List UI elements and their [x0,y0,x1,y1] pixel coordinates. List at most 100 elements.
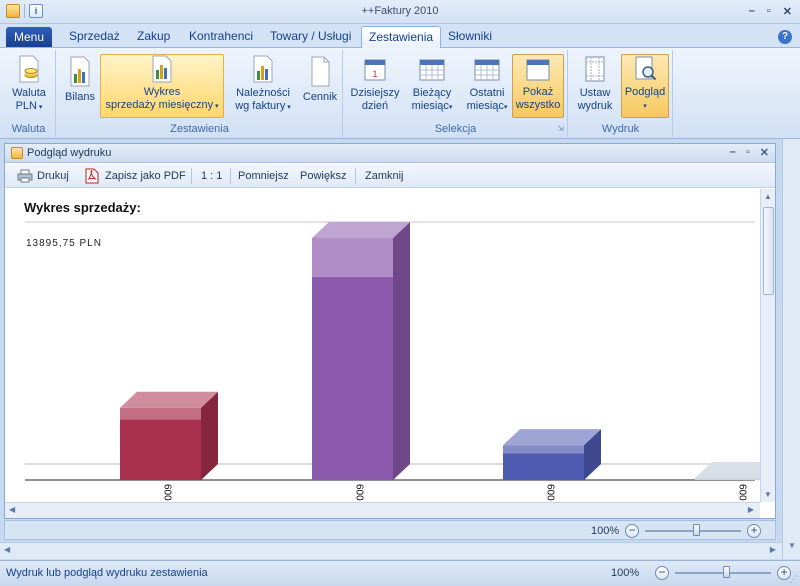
ratio-button[interactable]: 1 : 1 [201,170,222,182]
title-bar: i ++Faktury 2010 – ▫ ✕ [0,0,800,24]
category-label: 600 [545,484,556,501]
bar-side [393,222,410,480]
bilans-label: Bilans [65,91,95,103]
tab-towary-uslugi[interactable]: Towary / Usługi [270,29,351,43]
cennik-button[interactable]: Cennik [301,54,339,104]
help-icon[interactable]: ? [778,30,792,44]
biezacy-miesiac-button[interactable]: Bieżący miesiąc▾ [406,54,458,114]
pokaz-wszystko-button[interactable]: Pokaż wszystko [512,54,564,118]
save-pdf-button[interactable]: Zapisz jako PDF [105,170,186,182]
preview-scroll-left-icon[interactable]: ◀ [9,505,15,514]
bar-top [312,222,410,238]
preview-maximize-icon[interactable]: ▫ [746,146,750,159]
preview-zoom-slider-knob[interactable] [693,524,701,536]
dzisiejszy-dzien-button[interactable]: 1 Dzisiejszy dzień [349,54,401,113]
menu-button[interactable]: Menu [6,27,52,47]
preview-scroll-up-icon[interactable]: ▲ [764,192,772,201]
scroll-right-icon[interactable]: ▶ [770,545,776,554]
group-label-waluta: Waluta [11,123,46,135]
chart-bar [695,462,760,480]
zoom-in-button[interactable]: Powiększ [300,170,346,182]
ribbon-tabs: Menu Sprzedaż Zakup Kontrahenci Towary /… [0,24,800,49]
ustaw-label: Ustaw wydruk [577,87,613,112]
tab-sprzedaz[interactable]: Sprzedaż [69,29,120,43]
preview-zoom-in-icon[interactable]: + [747,524,762,538]
ostatni-miesiac-button[interactable]: Ostatni miesiąc▾ [462,54,512,114]
category-label: 600 [737,484,748,501]
preview-zoom-bar: 100% − + [4,520,776,540]
ustaw-wydruk-button[interactable]: Ustaw wydruk [573,54,617,113]
scroll-left-icon[interactable]: ◀ [4,545,10,554]
preview-window-icon [11,147,23,159]
chart-document-icon [152,55,172,83]
close-preview-button[interactable]: Zamknij [365,170,404,182]
calendar-day-icon: 1 [364,59,386,81]
bilans-button[interactable]: Bilans [63,54,97,104]
tab-slowniki[interactable]: Słowniki [448,29,492,43]
preview-scroll-down-icon[interactable]: ▼ [764,490,772,499]
status-zoom-slider[interactable] [675,566,772,578]
calendar-month-icon [419,59,445,81]
resize-grip-icon[interactable]: ⋰ [789,574,798,585]
bar-front [120,419,201,480]
preview-close-icon[interactable]: ✕ [760,146,769,159]
naleznosci-label: Należności wg faktury [235,87,290,112]
dzisiejszy-label: Dzisiejszy dzień [350,87,400,112]
page-setup-icon [585,56,605,82]
preview-scroll-right-icon[interactable]: ▶ [748,505,754,514]
print-button[interactable]: Drukuj [37,170,69,182]
ribbon: Waluta PLN ▾ Waluta Bilans Wykres sprzed… [0,48,800,139]
report-page: Wykres sprzedaży: 13895,75 PLN 600 600 600… [5,189,760,502]
naleznosci-button[interactable]: Należności wg faktury ▾ [229,54,297,114]
print-preview-icon [635,56,657,81]
group-label-zestawienia: Zestawienia [170,123,229,135]
close-icon[interactable]: ✕ [783,5,792,18]
window-vertical-scrollbar[interactable]: ▼ [782,139,800,559]
group-label-wydruk: Wydruk [601,123,640,135]
preview-scroll-thumb[interactable] [763,207,774,295]
scroll-down-icon[interactable]: ▼ [788,541,796,550]
dialog-launcher-icon[interactable]: ⇲ [557,124,564,133]
window-controls: – ▫ ✕ [749,5,792,18]
status-text: Wydruk lub podgląd wydruku zestawienia [6,567,208,579]
bar-front-highlight [695,478,760,480]
bar-front [312,276,393,480]
window-horizontal-scrollbar[interactable]: ◀ ▶ [0,542,782,559]
tab-zakup[interactable]: Zakup [137,29,170,43]
group-zestawienia: Bilans Wykres sprzedaży miesięczny ▾ Nal… [57,50,343,137]
currency-icon [19,55,39,83]
zoom-out-button[interactable]: Pomniejsz [238,170,289,182]
calendar-icon [526,59,550,81]
bar-front [503,453,584,480]
status-zoom-level: 100% [611,567,640,579]
maximize-icon[interactable]: ▫ [767,5,771,18]
minimize-icon[interactable]: – [749,5,755,18]
status-zoom-out-icon[interactable]: − [655,566,670,580]
chart-document-icon [253,55,273,83]
preview-zoom-slider[interactable] [645,524,742,536]
wykres-sprzedazy-button[interactable]: Wykres sprzedaży miesięczny ▾ [100,54,224,118]
preview-minimize-icon[interactable]: – [730,146,736,159]
bar-top [503,429,601,446]
toolbar-separator [230,168,231,184]
document-icon [311,56,330,87]
biezacy-label: Bieżący miesiąc [411,87,452,112]
podglad-button[interactable]: Podgląd ▾ [621,54,669,118]
chart-bar [503,429,601,480]
tab-kontrahenci[interactable]: Kontrahenci [189,29,253,43]
bar-top [120,391,218,408]
print-preview-window: Podgląd wydruku – ▫ ✕ Drukuj Zapisz jako… [4,143,776,519]
preview-title: Podgląd wydruku [27,147,112,159]
tab-zestawienia[interactable]: Zestawienia [361,26,442,49]
status-bar: Wydruk lub podgląd wydruku zestawienia 1… [0,560,800,586]
cennik-label: Cennik [302,91,338,103]
waluta-button[interactable]: Waluta PLN ▾ [5,54,53,114]
group-waluta: Waluta PLN ▾ Waluta [2,50,56,137]
group-wydruk: Ustaw wydruk Podgląd ▾ Wydruk [569,50,673,137]
group-label-selekcja: Selekcja [434,123,477,135]
preview-horizontal-scrollbar[interactable]: ◀ ▶ [5,502,760,518]
bar-front-highlight [312,238,393,277]
preview-vertical-scrollbar[interactable]: ▲ ▼ [760,189,775,502]
preview-zoom-out-icon[interactable]: − [625,524,640,538]
status-zoom-slider-knob[interactable] [723,566,731,578]
